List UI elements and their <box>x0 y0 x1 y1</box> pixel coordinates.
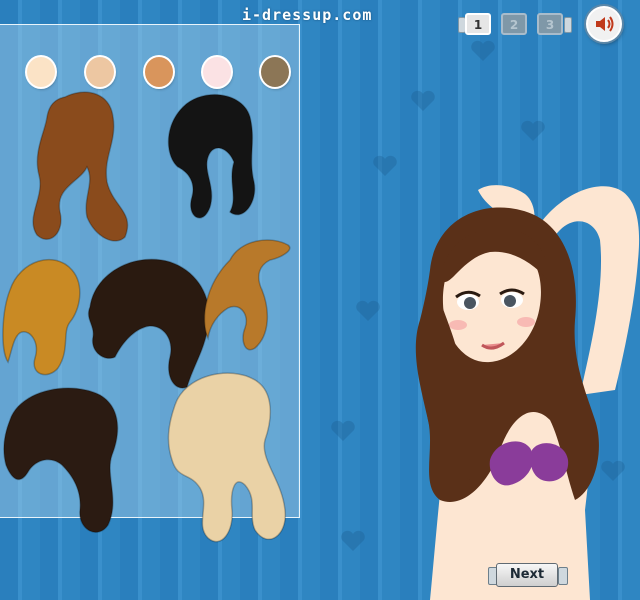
heart-pattern-icon <box>341 530 365 551</box>
page-2-button[interactable]: 2 <box>501 13 527 35</box>
page-1-button[interactable]: 1 <box>465 13 491 35</box>
hair-color-swatch-caramel[interactable] <box>145 57 173 87</box>
next-right-cap <box>558 567 568 585</box>
heart-pattern-icon <box>411 90 435 111</box>
heart-pattern-icon <box>356 300 380 321</box>
hair-option-platinum-wavy[interactable] <box>160 360 300 555</box>
hair-color-swatch-beige[interactable] <box>86 57 114 87</box>
doll-model <box>415 185 640 600</box>
site-title: i-dressup.com <box>242 6 373 24</box>
hair-option-long-wavy-auburn[interactable] <box>25 87 140 247</box>
hair-color-swatch-pink[interactable] <box>203 57 231 87</box>
page-3-button[interactable]: 3 <box>537 13 563 35</box>
heart-pattern-icon <box>471 40 495 61</box>
next-button[interactable]: Next <box>496 563 558 587</box>
speaker-icon <box>596 16 614 32</box>
hair-option-long-black[interactable] <box>158 87 268 227</box>
hair-option-ponytail-caramel[interactable] <box>200 230 300 355</box>
hair-color-swatch-brown[interactable] <box>261 57 289 87</box>
heart-pattern-icon <box>521 120 545 141</box>
pager-right-cap <box>564 17 572 33</box>
heart-pattern-icon <box>331 420 355 441</box>
hair-option-dark-curly-long[interactable] <box>0 380 130 540</box>
next-button-group: Next <box>488 563 568 587</box>
hair-selection-panel <box>0 24 300 543</box>
heart-pattern-icon <box>373 155 397 176</box>
sound-toggle-button[interactable] <box>586 6 622 42</box>
hair-color-swatch-cream[interactable] <box>27 57 55 87</box>
